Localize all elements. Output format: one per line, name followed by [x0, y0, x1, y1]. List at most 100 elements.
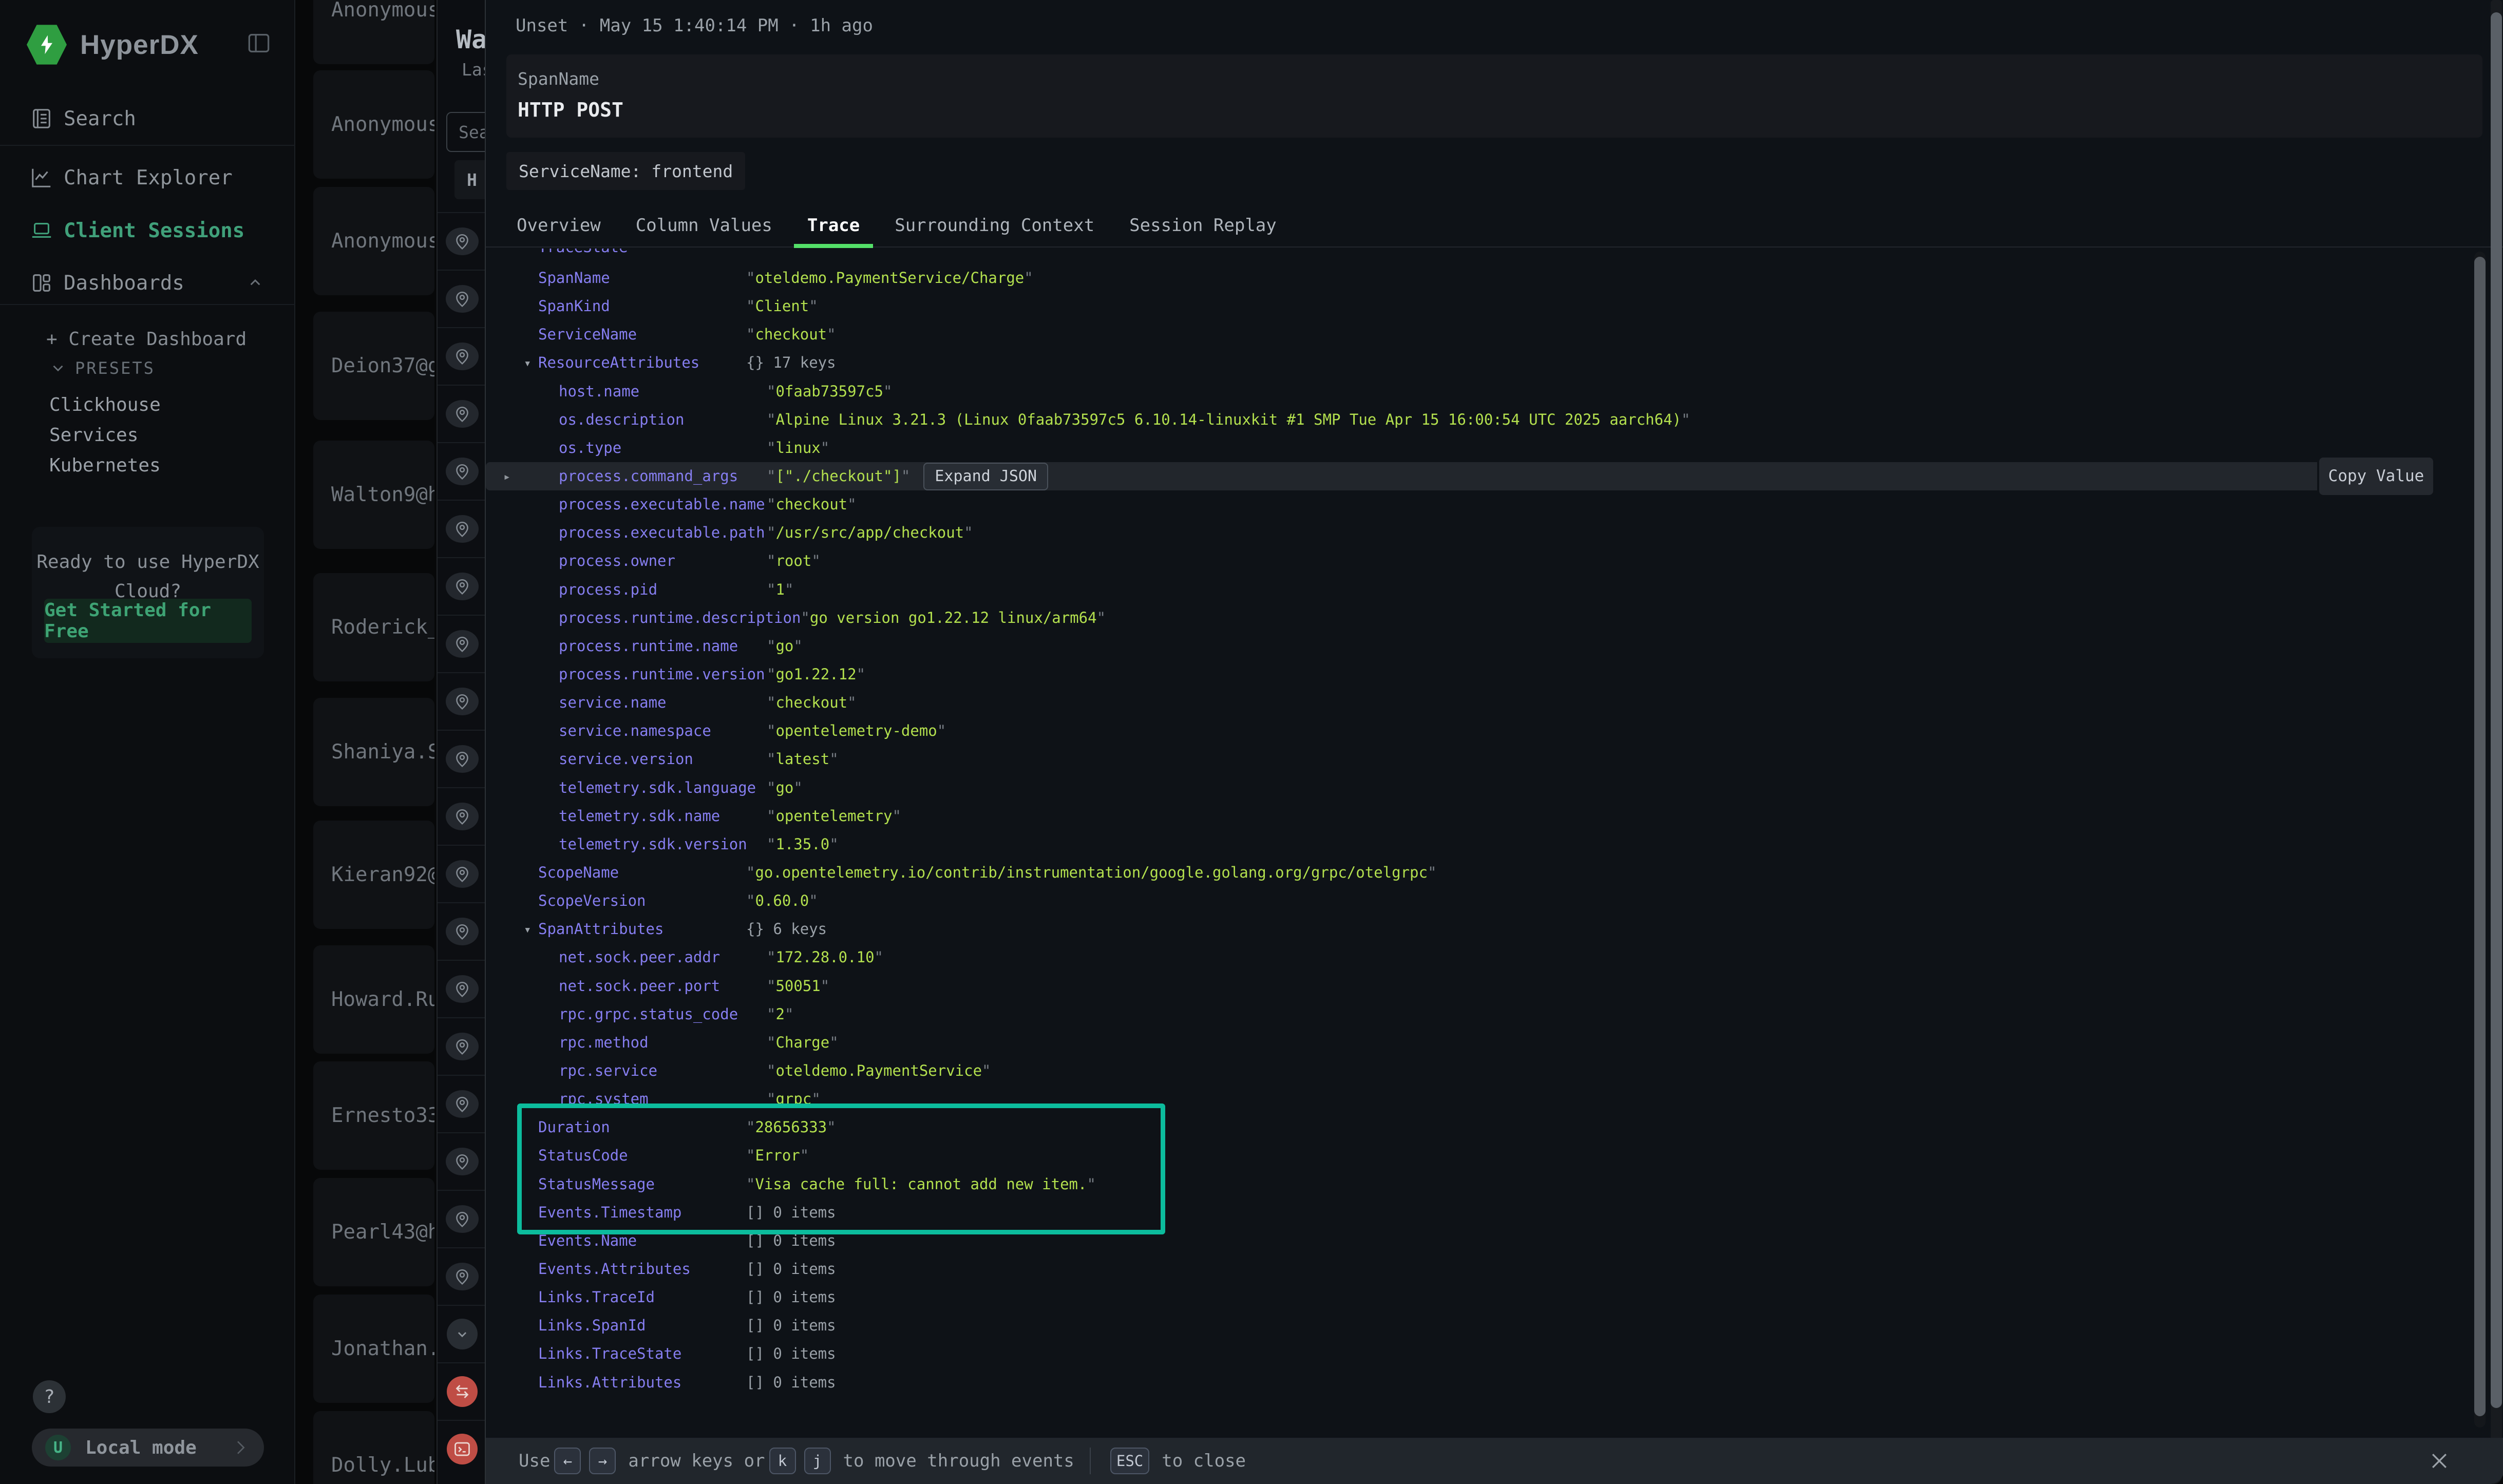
- session-event-row[interactable]: [438, 1420, 486, 1477]
- trace-attribute-row-Links.SpanId[interactable]: Links.SpanId[] 0 items: [486, 1311, 2503, 1340]
- session-event-row[interactable]: [438, 960, 486, 1017]
- trace-attribute-row-net.sock.peer.addr[interactable]: net.sock.peer.addr"172.28.0.10": [486, 943, 2503, 972]
- session-filter-chip[interactable]: H: [454, 160, 486, 199]
- session-event-row[interactable]: [438, 1017, 486, 1075]
- sidebar-item-chart-explorer[interactable]: Chart Explorer: [0, 159, 295, 196]
- session-event-row[interactable]: [438, 1247, 486, 1305]
- trace-attribute-row-Links.TraceState[interactable]: Links.TraceState[] 0 items: [486, 1340, 2503, 1368]
- session-event-row[interactable]: [438, 1075, 486, 1132]
- session-event-row[interactable]: [438, 1190, 486, 1247]
- session-card[interactable]: Anonymous: [313, 0, 434, 64]
- trace-attribute-row-SpanName[interactable]: SpanName"oteldemo.PaymentService/Charge": [486, 264, 2503, 292]
- trace-attribute-row-ScopeName[interactable]: ScopeName"go.opentelemetry.io/contrib/in…: [486, 859, 2503, 887]
- session-search-input[interactable]: Sea: [446, 112, 486, 152]
- close-icon[interactable]: [2428, 1450, 2451, 1472]
- trace-attribute-row-rpc.grpc.status_code[interactable]: rpc.grpc.status_code"2": [486, 1000, 2503, 1029]
- session-event-row[interactable]: [438, 730, 486, 787]
- trace-attribute-row-process.runtime.version[interactable]: process.runtime.version"go1.22.12": [486, 660, 2503, 689]
- tab-surrounding-context[interactable]: Surrounding Context: [881, 204, 1108, 247]
- sidebar-item-client-sessions[interactable]: Client Sessions: [0, 212, 295, 249]
- trace-attribute-row-net.sock.peer.port[interactable]: net.sock.peer.port"50051": [486, 972, 2503, 1000]
- tab-overview[interactable]: Overview: [503, 204, 614, 247]
- trace-attribute-row-Links.TraceId[interactable]: Links.TraceId[] 0 items: [486, 1283, 2503, 1311]
- session-card[interactable]: Jonathan.B: [313, 1295, 434, 1403]
- trace-attribute-row-Links.Attributes[interactable]: Links.Attributes[] 0 items: [486, 1368, 2503, 1396]
- trace-attribute-row-telemetry.sdk.version[interactable]: telemetry.sdk.version"1.35.0": [486, 830, 2503, 859]
- session-card[interactable]: Shaniya.Sc: [313, 698, 434, 806]
- session-event-row[interactable]: [438, 557, 486, 615]
- collapse-sidebar-icon[interactable]: [244, 29, 273, 58]
- trace-attribute-row-host.name[interactable]: host.name"0faab73597c5": [486, 377, 2503, 406]
- tab-column-values[interactable]: Column Values: [622, 204, 786, 247]
- session-event-row[interactable]: [438, 442, 486, 500]
- session-card[interactable]: Dolly.Lubo: [313, 1411, 434, 1484]
- session-card[interactable]: Anonymous: [313, 70, 434, 179]
- inner-scrollbar-thumb[interactable]: [2474, 257, 2486, 1416]
- session-event-row[interactable]: [438, 672, 486, 730]
- session-card[interactable]: Deion37@gm: [313, 312, 434, 420]
- session-event-row[interactable]: [438, 845, 486, 902]
- trace-attribute-row-Events.Attributes[interactable]: Events.Attributes[] 0 items: [486, 1255, 2503, 1283]
- trace-attribute-row-Events.Name[interactable]: Events.Name[] 0 items: [486, 1227, 2503, 1255]
- trace-attribute-row-rpc.system[interactable]: rpc.system"grpc": [486, 1085, 2503, 1113]
- session-event-row[interactable]: [438, 327, 486, 385]
- create-dashboard-button[interactable]: + Create Dashboard: [46, 329, 246, 350]
- preset-item-kubernetes[interactable]: Kubernetes: [49, 455, 161, 476]
- session-event-row[interactable]: [438, 270, 486, 327]
- outer-scrollbar-thumb[interactable]: [2491, 12, 2502, 1408]
- session-card[interactable]: Ernesto33@: [313, 1061, 434, 1170]
- trace-attribute-row-service.version[interactable]: service.version"latest": [486, 745, 2503, 773]
- session-event-row[interactable]: [438, 500, 486, 557]
- app-logo[interactable]: HyperDX: [27, 22, 273, 68]
- preset-item-services[interactable]: Services: [49, 425, 138, 446]
- session-event-row[interactable]: [438, 212, 486, 270]
- session-event-row[interactable]: [438, 787, 486, 845]
- session-event-row[interactable]: [438, 385, 486, 442]
- session-event-row[interactable]: [438, 1305, 486, 1362]
- get-started-button[interactable]: Get Started for Free: [44, 599, 252, 643]
- trace-attribute-row-StatusCode[interactable]: StatusCode"Error": [486, 1141, 2503, 1170]
- trace-attribute-row-ResourceAttributes[interactable]: ▾ResourceAttributes{} 17 keys: [486, 349, 2503, 377]
- trace-attribute-row-service.name[interactable]: service.name"checkout": [486, 689, 2503, 717]
- trace-attribute-row-telemetry.sdk.language[interactable]: telemetry.sdk.language"go": [486, 774, 2503, 802]
- session-card[interactable]: Howard.Run: [313, 945, 434, 1054]
- session-event-row[interactable]: [438, 902, 486, 960]
- copy-value-button[interactable]: Copy Value: [2319, 458, 2433, 495]
- session-event-row[interactable]: [438, 1362, 486, 1420]
- session-event-row[interactable]: [438, 615, 486, 672]
- trace-attribute-row-ServiceName[interactable]: ServiceName"checkout": [486, 320, 2503, 349]
- trace-attribute-row-os.type[interactable]: os.type"linux": [486, 434, 2503, 462]
- trace-attribute-row-Events.Timestamp[interactable]: Events.Timestamp[] 0 items: [486, 1198, 2503, 1227]
- collapse-triangle-icon[interactable]: ▾: [524, 357, 531, 369]
- preset-item-clickhouse[interactable]: Clickhouse: [49, 394, 161, 415]
- trace-attribute-row-telemetry.sdk.name[interactable]: telemetry.sdk.name"opentelemetry": [486, 802, 2503, 830]
- session-card[interactable]: Kieran92@h: [313, 821, 434, 929]
- tab-trace[interactable]: Trace: [794, 204, 873, 247]
- trace-attribute-row-process.runtime.description[interactable]: process.runtime.description"go version g…: [486, 604, 2503, 632]
- presets-section-toggle[interactable]: PRESETS: [49, 358, 155, 378]
- local-mode-menu[interactable]: U Local mode: [32, 1429, 264, 1467]
- trace-attribute-row-ScopeVersion[interactable]: ScopeVersion"0.60.0": [486, 887, 2503, 915]
- trace-attribute-row-SpanKind[interactable]: SpanKind"Client": [486, 292, 2503, 320]
- session-card[interactable]: Roderick_S: [313, 573, 434, 681]
- session-card[interactable]: Anonymous: [313, 187, 434, 295]
- sidebar-item-search[interactable]: Search: [0, 100, 295, 137]
- tab-session-replay[interactable]: Session Replay: [1116, 204, 1290, 247]
- trace-attribute-row-os.description[interactable]: os.description"Alpine Linux 3.21.3 (Linu…: [486, 406, 2503, 434]
- trace-attribute-row-process.pid[interactable]: process.pid"1": [486, 576, 2503, 604]
- trace-attribute-row-process.runtime.name[interactable]: process.runtime.name"go": [486, 632, 2503, 660]
- trace-attribute-row-service.namespace[interactable]: service.namespace"opentelemetry-demo": [486, 717, 2503, 745]
- collapse-triangle-icon[interactable]: ▾: [524, 923, 531, 936]
- trace-attribute-row-process.executable.name[interactable]: process.executable.name"checkout": [486, 490, 2503, 519]
- session-card[interactable]: Walton9@ho: [313, 441, 434, 549]
- trace-attribute-row-process.executable.path[interactable]: process.executable.path"/usr/src/app/che…: [486, 519, 2503, 547]
- service-name-chip[interactable]: ServiceName: frontend: [506, 152, 745, 190]
- help-button[interactable]: ?: [33, 1380, 66, 1413]
- trace-attribute-row-rpc.service[interactable]: rpc.service"oteldemo.PaymentService": [486, 1057, 2503, 1085]
- trace-attribute-row-process.owner[interactable]: process.owner"root": [486, 547, 2503, 575]
- trace-attribute-row-SpanAttributes[interactable]: ▾SpanAttributes{} 6 keys: [486, 915, 2503, 943]
- session-event-row[interactable]: [438, 1132, 486, 1190]
- sidebar-item-dashboards[interactable]: Dashboards: [0, 264, 295, 301]
- expand-json-button[interactable]: Expand JSON: [923, 463, 1048, 490]
- trace-attribute-row-rpc.method[interactable]: rpc.method"Charge": [486, 1029, 2503, 1057]
